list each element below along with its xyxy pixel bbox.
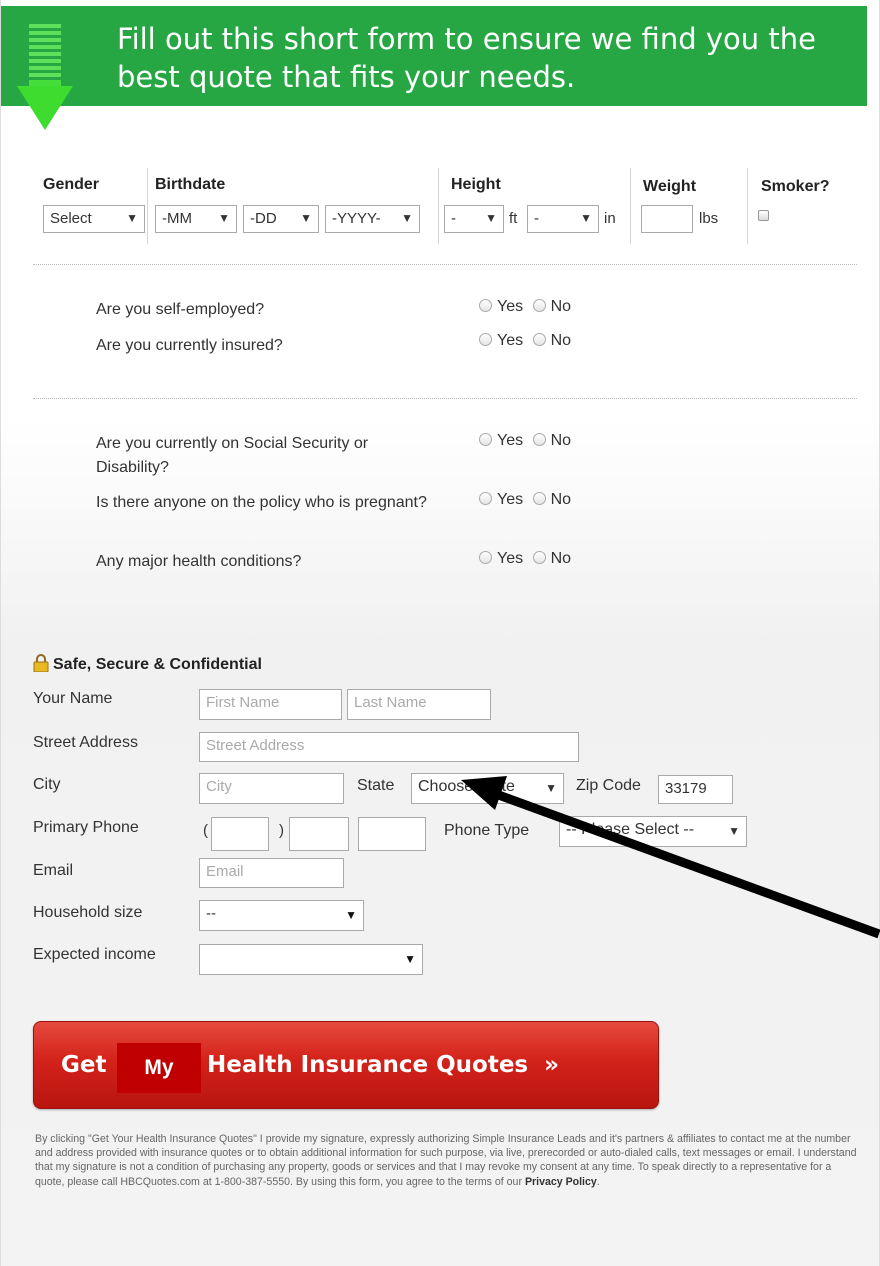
household-size-label: Household size bbox=[33, 904, 143, 921]
weight-input[interactable] bbox=[641, 205, 693, 233]
pregnant-question: Is there anyone on the policy who is pre… bbox=[96, 494, 427, 511]
dropdown-arrow-icon: ▼ bbox=[404, 952, 416, 966]
email-label: Email bbox=[33, 862, 74, 879]
last-name-input[interactable]: Last Name bbox=[347, 689, 491, 720]
cta-rest-text: Health Insurance Quotes » bbox=[207, 1052, 559, 1078]
phone-area-code-input[interactable] bbox=[211, 817, 269, 851]
email-input[interactable]: Email bbox=[199, 858, 344, 888]
column-divider bbox=[438, 168, 439, 244]
secure-heading: Safe, Secure & Confidential bbox=[33, 654, 262, 674]
birth-month-select[interactable]: -MM ▼ bbox=[155, 205, 237, 233]
dropdown-arrow-icon: ▼ bbox=[580, 211, 592, 225]
phone-open-paren: ( bbox=[203, 822, 208, 839]
dropdown-arrow-icon: ▼ bbox=[300, 211, 312, 225]
dropdown-arrow-icon: ▼ bbox=[345, 908, 357, 922]
state-label: State bbox=[357, 777, 395, 794]
social-security-options: Yes No bbox=[479, 432, 571, 450]
insured-question: Are you currently insured? bbox=[96, 337, 283, 354]
instruction-banner: Fill out this short form to ensure we fi… bbox=[1, 6, 867, 106]
name-label: Your Name bbox=[33, 690, 113, 707]
pregnant-options: Yes No bbox=[479, 491, 571, 509]
smoker-checkbox[interactable] bbox=[758, 210, 769, 221]
self-employed-no-radio[interactable] bbox=[532, 299, 546, 312]
phone-line-input[interactable] bbox=[358, 817, 426, 851]
feet-unit-label: ft bbox=[509, 210, 518, 227]
height-feet-select[interactable]: - ▼ bbox=[444, 205, 504, 233]
quote-form-page: Fill out this short form to ensure we fi… bbox=[0, 0, 880, 1266]
city-label: City bbox=[33, 776, 61, 793]
dropdown-arrow-icon: ▼ bbox=[218, 211, 230, 225]
chevron-right-icon: » bbox=[544, 1052, 559, 1078]
health-conditions-options: Yes No bbox=[479, 550, 571, 568]
insured-options: Yes No bbox=[479, 332, 571, 350]
column-divider bbox=[630, 168, 631, 244]
lock-icon bbox=[33, 654, 49, 672]
street-address-label: Street Address bbox=[33, 734, 138, 751]
expected-income-label: Expected income bbox=[33, 946, 156, 963]
insured-yes-radio[interactable] bbox=[479, 333, 492, 346]
dropdown-arrow-icon: ▼ bbox=[126, 211, 138, 225]
city-input[interactable]: City bbox=[199, 773, 344, 804]
primary-phone-label: Primary Phone bbox=[33, 819, 139, 836]
birthdate-label: Birthdate bbox=[155, 176, 226, 193]
height-inches-select[interactable]: - ▼ bbox=[527, 205, 599, 233]
cta-get-text: Get bbox=[61, 1052, 107, 1078]
annotation-arrow-icon bbox=[461, 776, 880, 939]
column-divider bbox=[147, 168, 148, 244]
insured-no-radio[interactable] bbox=[532, 333, 546, 346]
social-security-question: Are you currently on Social Security or … bbox=[96, 435, 369, 476]
pregnant-yes-radio[interactable] bbox=[479, 492, 492, 505]
smoker-label: Smoker? bbox=[761, 178, 830, 195]
section-divider bbox=[33, 398, 857, 399]
weight-unit-label: lbs bbox=[699, 210, 719, 227]
column-divider bbox=[747, 168, 748, 244]
health-conditions-question: Any major health conditions? bbox=[96, 553, 302, 570]
street-address-input[interactable]: Street Address bbox=[199, 732, 579, 762]
self-employed-options: Yes No bbox=[479, 298, 571, 316]
privacy-policy-link[interactable]: Privacy Policy bbox=[525, 1176, 597, 1188]
birth-day-select[interactable]: -DD ▼ bbox=[243, 205, 319, 233]
social-security-yes-radio[interactable] bbox=[479, 433, 492, 446]
down-arrow-icon bbox=[17, 24, 73, 130]
section-divider bbox=[33, 264, 857, 265]
expected-income-select[interactable]: ▼ bbox=[199, 944, 423, 975]
gender-select[interactable]: Select ▼ bbox=[43, 205, 145, 233]
dropdown-arrow-icon: ▼ bbox=[485, 211, 497, 225]
cta-my-highlight: My bbox=[117, 1043, 201, 1093]
birth-year-select[interactable]: -YYYY- ▼ bbox=[325, 205, 420, 233]
banner-text: Fill out this short form to ensure we fi… bbox=[117, 22, 816, 94]
self-employed-yes-radio[interactable] bbox=[479, 299, 492, 312]
weight-label: Weight bbox=[643, 178, 697, 195]
health-conditions-yes-radio[interactable] bbox=[479, 551, 492, 564]
social-security-no-radio[interactable] bbox=[532, 433, 546, 446]
self-employed-question: Are you self-employed? bbox=[96, 301, 265, 318]
gender-label: Gender bbox=[43, 176, 100, 193]
phone-prefix-input[interactable] bbox=[289, 817, 349, 851]
consent-disclaimer: By clicking "Get Your Health Insurance Q… bbox=[35, 1133, 857, 1188]
household-size-select[interactable]: -- ▼ bbox=[199, 900, 364, 931]
inches-unit-label: in bbox=[604, 210, 616, 227]
dropdown-arrow-icon: ▼ bbox=[401, 211, 413, 225]
first-name-input[interactable]: First Name bbox=[199, 689, 342, 720]
pregnant-no-radio[interactable] bbox=[532, 492, 546, 505]
phone-close-paren: ) bbox=[279, 822, 284, 839]
height-label: Height bbox=[451, 176, 501, 193]
health-conditions-no-radio[interactable] bbox=[532, 551, 546, 564]
